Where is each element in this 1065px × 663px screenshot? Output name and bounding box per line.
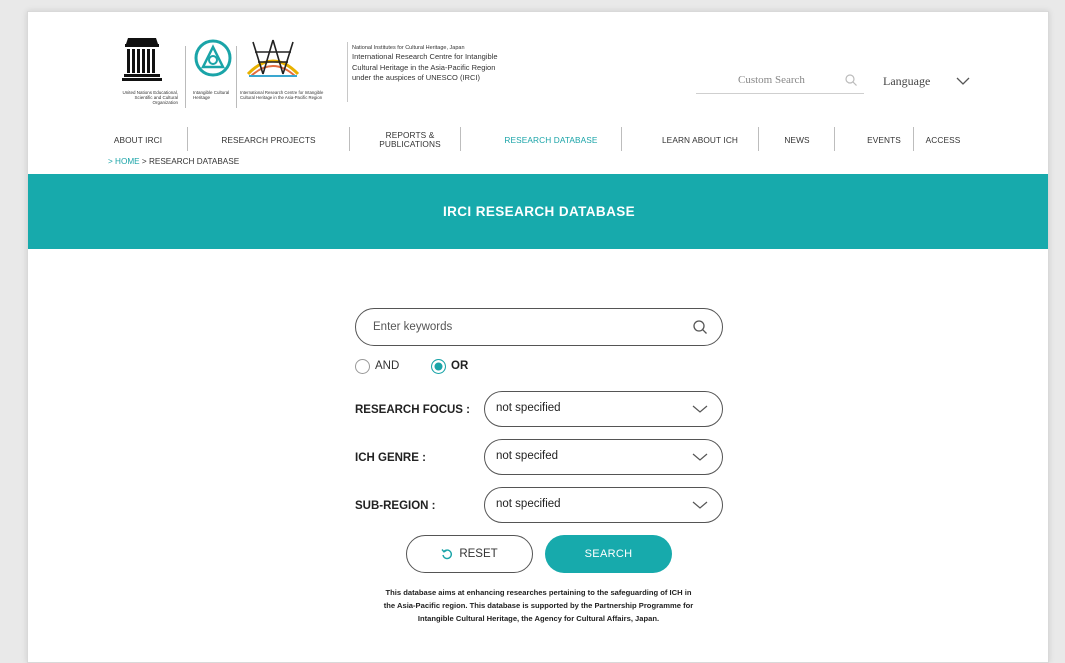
chevron-down-icon xyxy=(692,405,708,413)
radio-and-label: AND xyxy=(375,360,400,372)
keyword-search-box[interactable] xyxy=(355,308,723,346)
nav-access[interactable]: ACCESS xyxy=(918,125,968,155)
page-banner: IRCI RESEARCH DATABASE xyxy=(28,174,1048,249)
search-button[interactable]: SEARCH xyxy=(545,535,672,573)
nav-research-database[interactable]: RESEARCH DATABASE xyxy=(480,125,622,155)
breadcrumb-current: > RESEARCH DATABASE xyxy=(139,157,240,166)
sub-region-value: not specified xyxy=(496,498,561,510)
org-line-2: Cultural Heritage in the Asia-Pacific Re… xyxy=(352,62,496,72)
nav-divider xyxy=(758,127,759,151)
sub-region-select[interactable]: not specified xyxy=(484,487,723,523)
nav-divider xyxy=(913,127,914,151)
research-focus-label: RESEARCH FOCUS : xyxy=(355,404,471,416)
radio-and-indicator[interactable] xyxy=(355,358,370,374)
keyword-input[interactable] xyxy=(373,318,673,336)
chevron-down-icon[interactable] xyxy=(955,75,971,87)
search-label: SEARCH xyxy=(584,548,633,560)
org-line-1: International Research Centre for Intang… xyxy=(352,52,498,61)
research-focus-value: not specified xyxy=(496,402,561,414)
radio-or-indicator[interactable] xyxy=(431,358,446,374)
language-selector[interactable]: Language xyxy=(883,74,930,89)
org-line-3: under the auspices of UNESCO (IRCI) xyxy=(352,73,480,82)
reset-label: RESET xyxy=(459,548,498,560)
header-divider xyxy=(347,42,348,102)
ich-text: Intangible Cultural Heritage xyxy=(193,90,230,100)
ich-genre-select[interactable]: not specifed xyxy=(484,439,723,475)
ich-genre-label: ICH GENRE : xyxy=(355,452,426,464)
radio-and[interactable]: AND xyxy=(355,357,399,375)
irci-logo xyxy=(246,39,300,77)
nav-reports-publications[interactable]: REPORTS & PUBLICATIONS xyxy=(370,125,450,155)
nav-divider xyxy=(187,127,188,151)
logo-divider xyxy=(185,46,186,108)
reset-button[interactable]: RESET xyxy=(406,535,533,573)
nav-divider xyxy=(349,127,350,151)
nav-divider xyxy=(460,127,461,151)
nav-research-projects[interactable]: RESEARCH PROJECTS xyxy=(206,125,331,155)
breadcrumb-home[interactable]: > HOME xyxy=(108,157,140,166)
irci-text: International Research Centre for Intang… xyxy=(240,90,324,100)
page-title: IRCI RESEARCH DATABASE xyxy=(442,204,636,219)
main-nav: ABOUT IRCI RESEARCH PROJECTS REPORTS & P… xyxy=(108,125,968,155)
nav-learn-about-ich[interactable]: LEARN ABOUT ICH xyxy=(640,125,760,155)
logo-group[interactable]: United Nations Educational, Scientific a… xyxy=(108,36,358,116)
unesco-org-text: United Nations Educational, Scientific a… xyxy=(122,90,178,105)
search-icon[interactable] xyxy=(844,73,858,87)
org-line-small: National Institutes for Cultural Heritag… xyxy=(352,45,465,51)
nav-divider xyxy=(834,127,835,151)
chevron-down-icon xyxy=(692,501,708,509)
breadcrumb: > HOME > RESEARCH DATABASE xyxy=(108,157,239,166)
search-icon[interactable] xyxy=(692,319,708,335)
org-description: National Institutes for Cultural Heritag… xyxy=(352,44,562,84)
ich-genre-value: not specifed xyxy=(496,450,559,462)
nav-about-irci[interactable]: ABOUT IRCI xyxy=(108,125,168,155)
page-frame: United Nations Educational, Scientific a… xyxy=(27,11,1049,663)
sub-region-label: SUB-REGION : xyxy=(355,500,436,512)
custom-search-field[interactable]: Custom Search xyxy=(696,72,864,94)
custom-search-placeholder: Custom Search xyxy=(738,74,805,86)
nav-divider xyxy=(621,127,622,151)
nav-events[interactable]: EVENTS xyxy=(844,125,924,155)
nav-news[interactable]: NEWS xyxy=(772,125,822,155)
research-focus-select[interactable]: not specified xyxy=(484,391,723,427)
chevron-down-icon xyxy=(692,453,708,461)
radio-or[interactable]: OR xyxy=(431,357,468,375)
logo-divider xyxy=(236,46,237,108)
database-description: This database aims at enhancing research… xyxy=(383,588,694,623)
radio-or-label: OR xyxy=(451,360,469,372)
reset-icon xyxy=(441,549,453,560)
ich-logo xyxy=(194,39,232,77)
